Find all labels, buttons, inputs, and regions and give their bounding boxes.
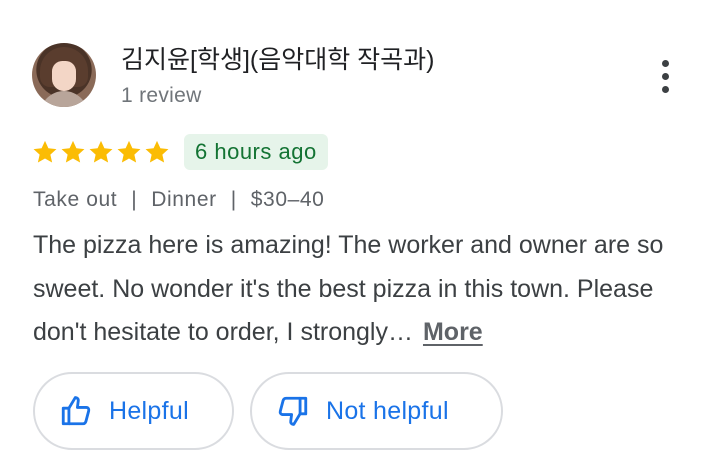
reviewer-review-count: 1 review [121,84,202,107]
avatar[interactable] [32,43,96,107]
meta-separator: | [230,188,237,211]
star-icon [117,140,141,163]
more-vert-icon-dot [661,72,669,80]
thumb-down-icon [278,396,308,426]
star-icon [61,140,85,163]
reviewer-name[interactable]: 김지윤[학생](음악대학 작곡과) [121,44,435,76]
time-ago-badge: 6 hours ago [184,134,328,170]
avatar-face [52,61,76,91]
review-text: The pizza here is amazing! The worker an… [33,231,664,346]
more-link[interactable]: More [423,318,483,346]
meta-service: Take out [33,188,118,211]
review-card: 김지윤[학생](음악대학 작곡과) 1 review 6 hours ago T… [0,0,720,475]
review-text-block: The pizza here is amazing! The worker an… [33,224,693,355]
meta-meal: Dinner [151,188,217,211]
avatar-shoulder [40,91,88,107]
helpful-label: Helpful [109,396,189,425]
thumb-up-icon [61,396,91,426]
helpful-button[interactable]: Helpful [33,372,234,450]
not-helpful-label: Not helpful [326,396,449,425]
meta-price: $30–40 [250,188,325,211]
star-icon [89,140,113,163]
review-meta: Take out | Dinner | $30–40 [33,186,324,214]
star-rating [31,138,171,166]
star-icon [145,140,169,163]
not-helpful-button[interactable]: Not helpful [250,372,503,450]
meta-separator: | [131,188,138,211]
more-vert-icon-dot [661,85,669,93]
more-options-button[interactable] [648,52,682,100]
more-vert-icon [661,59,669,67]
star-icon [33,140,57,163]
